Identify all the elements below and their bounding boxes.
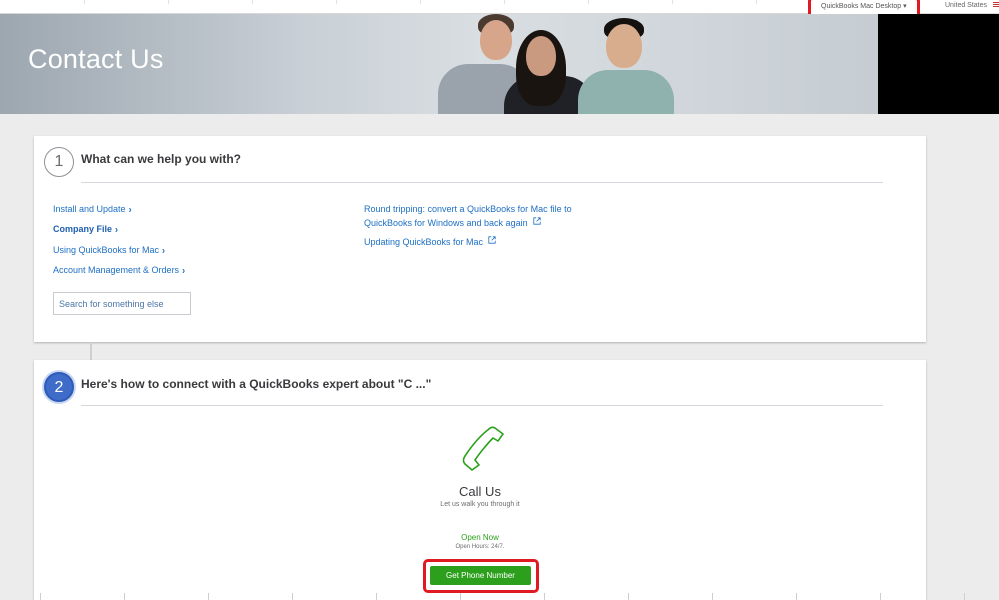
ruler-tick xyxy=(756,0,757,4)
ruler-tick xyxy=(544,593,545,600)
us-flag-icon xyxy=(993,2,999,8)
region-selector[interactable]: United States xyxy=(945,2,987,9)
step-connector-line xyxy=(90,342,92,360)
article-link-updating-quickbooks[interactable]: Updating QuickBooks for Mac xyxy=(364,235,496,249)
ruler-tick xyxy=(208,593,209,600)
open-hours-text: Open Hours: 24/7. xyxy=(455,544,505,550)
call-us-subtitle: Let us walk you through it xyxy=(440,501,520,508)
search-input[interactable] xyxy=(53,292,191,315)
chevron-right-icon: › xyxy=(162,244,166,256)
divider xyxy=(81,182,883,183)
chevron-right-icon: › xyxy=(182,264,186,276)
topic-label: Company File xyxy=(53,224,113,234)
topic-link-company-file[interactable]: Company File › xyxy=(53,223,119,235)
get-phone-number-button[interactable]: Get Phone Number xyxy=(430,566,531,585)
ruler-tick xyxy=(168,0,169,4)
ruler-tick xyxy=(588,0,589,4)
help-topics-title: What can we help you with? xyxy=(81,152,242,166)
ruler-tick xyxy=(292,593,293,600)
ruler-tick xyxy=(964,593,965,600)
hero-dark-panel xyxy=(878,14,999,114)
person-head xyxy=(606,24,642,68)
ruler-tick xyxy=(336,0,337,4)
page-title: Contact Us xyxy=(28,44,164,74)
topic-label: Using QuickBooks for Mac xyxy=(53,245,160,255)
ruler-tick xyxy=(880,593,881,600)
person-head xyxy=(526,36,556,76)
article-line: Round tripping: convert a QuickBooks for… xyxy=(364,204,572,214)
ruler-tick xyxy=(796,593,797,600)
availability-status: Open Now xyxy=(461,533,499,542)
bottom-ruler xyxy=(0,590,999,600)
call-us-heading: Call Us xyxy=(459,484,501,499)
step-number-badge: 1 xyxy=(44,147,74,177)
chevron-right-icon: › xyxy=(128,203,132,215)
ruler-tick xyxy=(40,593,41,600)
ruler-tick xyxy=(252,0,253,4)
ruler-tick xyxy=(504,0,505,4)
person-head xyxy=(480,20,512,60)
article-line: Updating QuickBooks for Mac xyxy=(364,237,484,247)
help-topics-card: 1 What can we help you with? Install and… xyxy=(34,136,926,342)
topic-link-account-management[interactable]: Account Management & Orders › xyxy=(53,264,186,276)
person-torso xyxy=(578,70,674,114)
ruler-tick xyxy=(420,0,421,4)
contact-options-card: 2 Here's how to connect with a QuickBook… xyxy=(34,360,926,600)
ruler-tick xyxy=(460,593,461,600)
ruler-tick xyxy=(628,593,629,600)
ruler-tick xyxy=(376,593,377,600)
ruler-tick xyxy=(672,0,673,4)
topic-link-install-update[interactable]: Install and Update › xyxy=(53,203,132,215)
ruler-tick xyxy=(124,593,125,600)
ruler-tick xyxy=(84,0,85,4)
topic-link-using-quickbooks[interactable]: Using QuickBooks for Mac › xyxy=(53,244,166,256)
hero-banner: Contact Us xyxy=(0,14,878,114)
product-selector-label: QuickBooks Mac Desktop ▾ xyxy=(821,3,907,10)
external-link-icon xyxy=(532,217,541,225)
ruler-tick xyxy=(712,593,713,600)
topic-label: Account Management & Orders xyxy=(53,265,180,275)
article-line: QuickBooks for Windows and back again xyxy=(364,218,528,228)
article-link-round-tripping[interactable]: Round tripping: convert a QuickBooks for… xyxy=(364,202,572,230)
divider xyxy=(81,405,883,406)
phone-icon xyxy=(462,426,504,471)
topic-label: Install and Update xyxy=(53,204,126,214)
contact-options-title: Here's how to connect with a QuickBooks … xyxy=(81,377,432,391)
chevron-right-icon: › xyxy=(115,223,119,235)
step-number-badge: 2 xyxy=(44,372,74,402)
external-link-icon xyxy=(488,236,496,244)
